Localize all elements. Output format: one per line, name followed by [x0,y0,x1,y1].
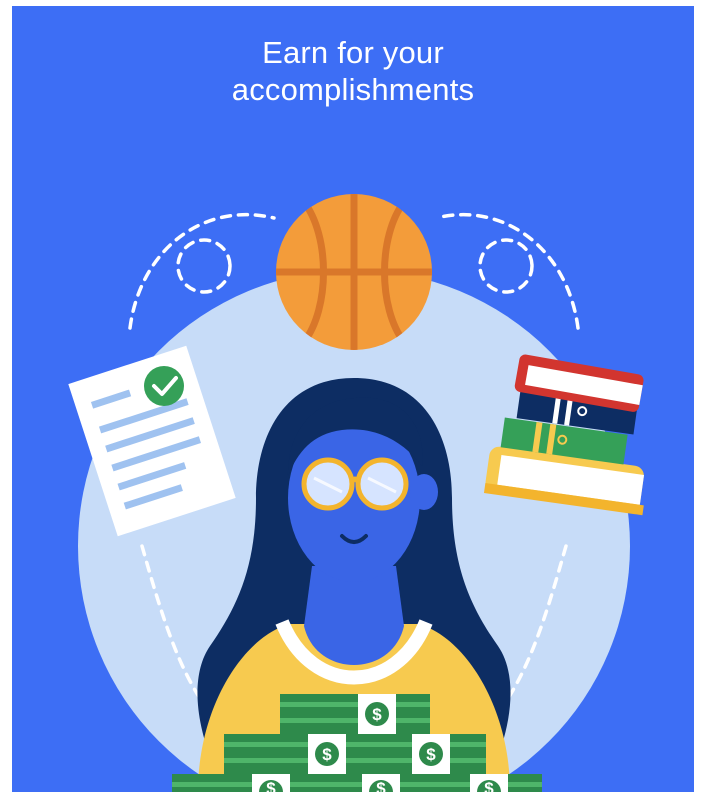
dollar-sign: $ [372,705,382,724]
dollar-sign: $ [266,779,276,792]
illustration-frame: Earn for your accomplishments $ $ $ $ $ … [12,6,694,792]
illustration-art: $ $ $ $ $ $ [68,194,645,792]
dollar-sign: $ [484,779,494,792]
dollar-sign: $ [322,745,332,764]
dollar-sign: $ [426,745,436,764]
money-stack-middle: $ $ [224,734,486,774]
dollar-sign: $ [376,779,386,792]
ear [410,474,438,510]
money-stack-top: $ [280,694,430,734]
check-icon [144,366,184,406]
money-stack-bottom: $ $ $ [172,774,542,792]
